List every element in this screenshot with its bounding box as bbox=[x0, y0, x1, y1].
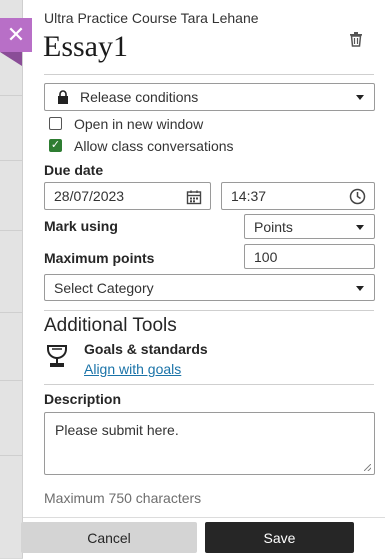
checkmark-icon: ✓ bbox=[50, 139, 61, 151]
resize-handle-icon[interactable] bbox=[364, 464, 371, 471]
background-divider bbox=[0, 160, 22, 161]
category-dropdown[interactable]: Select Category bbox=[44, 274, 375, 301]
release-conditions-label: Release conditions bbox=[80, 89, 199, 105]
close-button[interactable]: ✕ bbox=[0, 18, 32, 52]
mark-using-label: Mark using bbox=[44, 218, 118, 234]
close-icon: ✕ bbox=[6, 22, 26, 47]
align-with-goals-link[interactable]: Align with goals bbox=[84, 361, 181, 377]
save-button[interactable]: Save bbox=[205, 522, 354, 553]
settings-panel: Ultra Practice Course Tara Lehane Essay1… bbox=[22, 0, 385, 559]
due-time-input[interactable]: 14:37 bbox=[221, 182, 375, 210]
page-title: Essay1 bbox=[43, 30, 128, 63]
maximum-points-label: Maximum points bbox=[44, 250, 155, 266]
class-conversations-label: Allow class conversations bbox=[74, 138, 234, 154]
chevron-down-icon bbox=[356, 95, 364, 100]
chevron-down-icon bbox=[356, 285, 364, 291]
category-value: Select Category bbox=[54, 279, 154, 296]
background-divider bbox=[0, 230, 22, 231]
background-divider bbox=[0, 380, 22, 381]
character-limit-hint: Maximum 750 characters bbox=[44, 490, 202, 506]
open-new-window-checkbox[interactable] bbox=[49, 117, 62, 130]
background-divider bbox=[0, 455, 22, 456]
lock-icon bbox=[58, 90, 68, 104]
due-date-input[interactable]: 28/07/2023 bbox=[44, 182, 211, 210]
background-divider bbox=[0, 95, 22, 96]
divider bbox=[44, 74, 374, 75]
description-value: Please submit here. bbox=[55, 422, 179, 438]
calendar-icon[interactable] bbox=[186, 189, 202, 205]
release-conditions-dropdown[interactable]: Release conditions bbox=[44, 83, 375, 111]
clock-icon[interactable] bbox=[349, 188, 366, 205]
chevron-down-icon bbox=[356, 224, 364, 230]
divider bbox=[44, 310, 374, 311]
mark-using-dropdown[interactable]: Points bbox=[244, 214, 375, 239]
additional-tools-heading: Additional Tools bbox=[44, 315, 177, 336]
due-date-label: Due date bbox=[44, 162, 104, 178]
close-flag-tail bbox=[0, 52, 22, 66]
mark-using-value: Points bbox=[254, 218, 293, 235]
class-conversations-checkbox[interactable]: ✓ bbox=[49, 139, 62, 152]
description-textarea[interactable]: Please submit here. bbox=[44, 412, 375, 475]
due-date-value: 28/07/2023 bbox=[54, 188, 125, 204]
open-new-window-label: Open in new window bbox=[74, 116, 204, 132]
maximum-points-value: 100 bbox=[254, 248, 278, 265]
description-label: Description bbox=[44, 391, 122, 407]
course-name: Ultra Practice Course Tara Lehane bbox=[44, 10, 259, 26]
divider bbox=[44, 384, 374, 385]
maximum-points-input[interactable]: 100 bbox=[244, 244, 375, 269]
trophy-icon bbox=[47, 345, 67, 367]
trash-icon[interactable] bbox=[347, 30, 365, 48]
background-divider bbox=[0, 312, 22, 313]
cancel-button[interactable]: Cancel bbox=[21, 522, 197, 553]
goals-standards-title: Goals & standards bbox=[84, 341, 208, 357]
background-page bbox=[0, 0, 22, 558]
due-time-value: 14:37 bbox=[231, 188, 267, 204]
